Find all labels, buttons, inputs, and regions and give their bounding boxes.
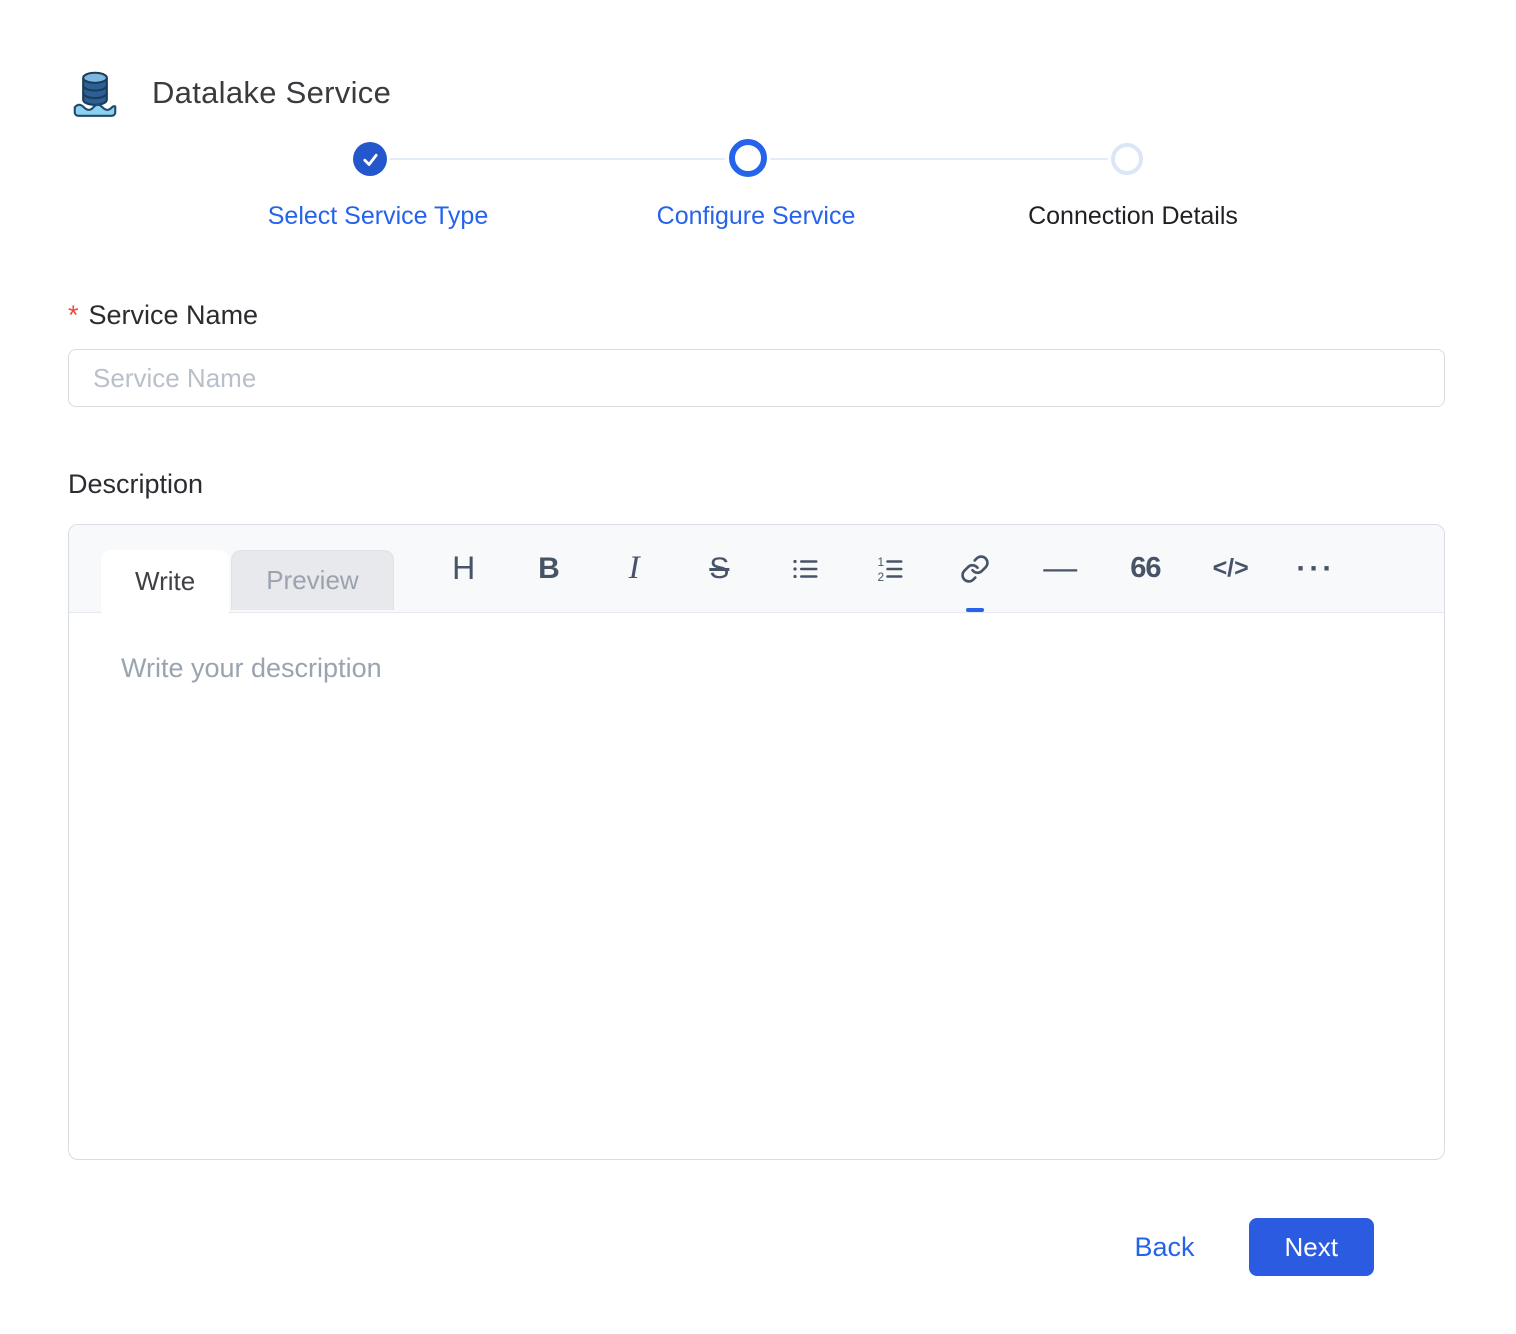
required-asterisk: *	[68, 300, 79, 330]
horizontal-rule-icon[interactable]: —	[1036, 545, 1084, 593]
editor-toolbar: Write Preview H B I S 1 2 — 66 </> ···	[69, 525, 1444, 613]
step-label-configure-service[interactable]: Configure Service	[657, 202, 856, 231]
step-circle-configure-service[interactable]	[729, 139, 767, 177]
italic-icon[interactable]: I	[610, 545, 658, 593]
configure-service-form: * Service Name Description Write Preview …	[0, 300, 1516, 1276]
more-options-icon[interactable]: ···	[1292, 545, 1340, 593]
page-header: Datalake Service	[0, 0, 1516, 122]
link-tool-indicator	[966, 607, 984, 612]
editor-write-area	[69, 613, 1444, 1159]
step-label-connection-details[interactable]: Connection Details	[1028, 202, 1238, 231]
editor-tools: H B I S 1 2 — 66 </> ···	[440, 525, 1340, 612]
heading-icon[interactable]: H	[440, 545, 488, 593]
description-label: Description	[68, 469, 204, 499]
datalake-icon	[68, 66, 122, 120]
back-button[interactable]: Back	[1135, 1232, 1195, 1263]
svg-text:1: 1	[877, 554, 884, 568]
page-title: Datalake Service	[152, 75, 392, 110]
code-icon[interactable]: </>	[1207, 545, 1255, 593]
strikethrough-icon[interactable]: S	[695, 545, 743, 593]
bold-icon[interactable]: B	[525, 545, 573, 593]
wizard-footer: Back Next	[68, 1218, 1445, 1276]
tab-write[interactable]: Write	[101, 550, 230, 613]
editor-tabs: Write Preview	[101, 550, 394, 613]
next-button[interactable]: Next	[1248, 1218, 1374, 1276]
check-icon	[362, 153, 378, 166]
step-circle-select-service-type[interactable]	[353, 142, 387, 176]
step-label-select-service-type[interactable]: Select Service Type	[268, 202, 488, 231]
service-name-input[interactable]	[68, 349, 1445, 407]
step-circle-connection-details[interactable]	[1111, 143, 1143, 175]
link-icon[interactable]	[951, 545, 999, 612]
stepper-connector	[389, 158, 725, 160]
service-name-label: * Service Name	[68, 300, 1445, 331]
numbered-list-icon[interactable]: 1 2	[866, 545, 914, 593]
description-textarea[interactable]	[69, 613, 1444, 1159]
service-name-label-text: Service Name	[88, 300, 259, 330]
wizard-stepper: Select Service Type Configure Service Co…	[0, 126, 1516, 258]
quote-icon[interactable]: 66	[1121, 545, 1169, 593]
stepper-connector	[770, 158, 1108, 160]
svg-text:2: 2	[877, 569, 884, 583]
bullet-list-icon[interactable]	[781, 545, 829, 593]
tab-preview[interactable]: Preview	[231, 550, 394, 610]
description-editor: Write Preview H B I S 1 2 — 66 </> ··· W…	[68, 524, 1445, 1160]
